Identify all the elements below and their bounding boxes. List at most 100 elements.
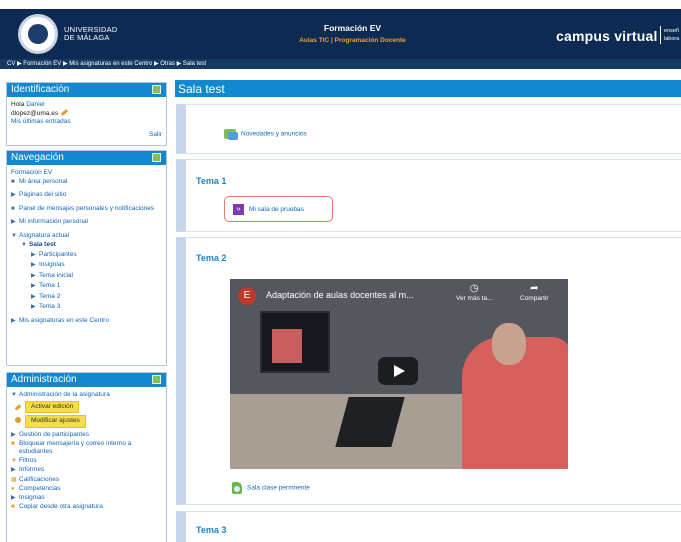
dock-block-icon[interactable] (152, 85, 161, 94)
brand-tag-line2: labora (664, 36, 680, 42)
nav-label: Mis asignaturas en este Centro (19, 316, 109, 324)
brand-tagline: enseñ labora (664, 27, 679, 43)
nav-current-course[interactable]: ▼ Sala test (11, 241, 162, 250)
section-general: Novedades y anuncios (176, 104, 681, 154)
nav-label: Filtros (19, 457, 37, 465)
admin-competencias[interactable]: ● Competencias (11, 485, 162, 493)
novedades-link[interactable]: Novedades y anuncios (224, 129, 307, 140)
grades-icon: ▦ (11, 476, 17, 483)
section-title-tema-3: Tema 3 (196, 525, 227, 535)
collapse-arrow-icon: ▼ (11, 232, 17, 239)
embedded-video[interactable]: E Adaptación de aulas docentes al m... ◷… (230, 279, 568, 469)
channel-avatar[interactable]: E (238, 287, 256, 305)
section-title-tema-2: Tema 2 (196, 253, 227, 263)
watch-later-label: Ver más ta... (456, 295, 493, 302)
gear-icon (15, 417, 21, 424)
mi-sala-de-pruebas-link[interactable]: » Mi sala de pruebas (224, 196, 333, 222)
page-resource-icon (232, 482, 242, 494)
nav-insignias[interactable]: ▶ Insignias (11, 261, 162, 270)
section-title-tema-1: Tema 1 (196, 176, 227, 186)
collapse-arrow-icon: ▼ (11, 392, 17, 398)
nav-label: Asignatura actual (19, 231, 70, 239)
section-tema-1: Tema 1 » Mi sala de pruebas (176, 159, 681, 232)
clock-icon: ◷ (469, 283, 479, 294)
nav-label: Mi área personal (19, 177, 68, 185)
nav-tema-1[interactable]: ▶ Tema 1 (11, 282, 162, 291)
nav-label: Insignias (39, 261, 65, 268)
nav-label: Tema 1 (39, 282, 61, 289)
dock-block-icon[interactable] (152, 375, 161, 384)
nav-label: Bloquear mensajería y correo interno a e… (19, 439, 132, 456)
administracion-title: Administración (11, 374, 77, 385)
share-button[interactable]: ➦ Compartir (520, 283, 549, 302)
navegacion-title: Navegación (11, 152, 64, 163)
admin-filtros[interactable]: ▼ Filtros (11, 457, 162, 465)
navegacion-block: Navegación Formación EV ■ Mi área persona… (6, 150, 167, 366)
nav-tema-3[interactable]: ▶ Tema 3 (11, 303, 162, 312)
nav-label: Tema inicial (39, 271, 73, 279)
administracion-block: Administración ▼ Administración de la asi… (6, 372, 167, 542)
sala-pruebas-label: Mi sala de pruebas (249, 206, 304, 214)
nav-panel[interactable]: ■ Panel de mensajes personales y notifica… (11, 205, 162, 214)
expand-arrow-icon: ▶ (31, 283, 36, 289)
modificar-ajustes-button[interactable]: Modificar ajustes (25, 415, 86, 428)
nav-tema-inicial[interactable]: ▶ Tema inicial (11, 272, 162, 281)
share-icon: ➦ (530, 283, 539, 294)
nav-label: Insignias (19, 494, 45, 502)
expand-arrow-icon: ▶ (31, 272, 36, 279)
last-entries-link[interactable]: Mis últimas entradas (11, 118, 162, 127)
nav-label: Copiar desde otra asignatura (19, 503, 103, 511)
expand-arrow-icon: ▶ (11, 495, 16, 502)
nav-tema-2[interactable]: ▶ Tema 2 (11, 293, 162, 302)
nav-label: Panel de mensajes personales y notificac… (19, 204, 155, 212)
expand-arrow-icon: ▶ (31, 304, 36, 310)
admin-calificaciones[interactable]: ▦ Calificaciones (11, 476, 162, 484)
admin-informes[interactable]: ▶ Informes (11, 466, 162, 474)
video-frame-head (492, 323, 526, 365)
logout-link[interactable]: Salir (11, 131, 162, 140)
nav-asignatura-actual[interactable]: ▼ Asignatura actual (11, 232, 162, 241)
edit-profile-icon[interactable] (60, 109, 69, 117)
filter-icon: ▼ (11, 458, 17, 465)
identificacion-title: Identificación (11, 84, 70, 95)
greeting: Hola (11, 101, 25, 108)
nav-label: Sala test (29, 241, 56, 248)
brand-tag-line1: enseñ (664, 28, 679, 34)
nav-paginas[interactable]: ▶ Páginas del sitio (11, 191, 162, 200)
admin-bloquear[interactable]: ■ Bloquear mensajería y correo interno a … (11, 440, 162, 456)
activar-edicion-button[interactable]: Activar edición (25, 401, 80, 414)
dock-block-icon[interactable] (152, 153, 161, 162)
block-icon: ■ (11, 440, 15, 447)
breadcrumb[interactable]: CV ▶ Formación EV ▶ Mis asignaturas en e… (0, 59, 681, 69)
user-email: dlopez@uma.es (11, 109, 59, 117)
identificacion-header: Identificación (7, 83, 166, 97)
share-label: Compartir (520, 295, 549, 302)
bullet-icon: ■ (11, 178, 15, 185)
administracion-header: Administración (7, 373, 166, 387)
play-button-icon[interactable] (378, 357, 418, 385)
nav-label: Calificaciones (19, 475, 60, 483)
nav-mis-asignaturas[interactable]: ▶ Mis asignaturas en este Centro (11, 317, 162, 326)
nav-mi-info[interactable]: ▶ Mi información personal (11, 218, 162, 227)
nav-label: Competencias (19, 484, 61, 492)
nav-root-link[interactable]: Formación EV (11, 169, 162, 178)
nav-mi-area[interactable]: ■ Mi área personal (11, 178, 162, 187)
expand-arrow-icon: ▶ (31, 262, 36, 268)
nav-participantes[interactable]: ▶ Participantes (11, 251, 162, 260)
competencies-icon: ● (11, 485, 15, 492)
nav-label: Tema 3 (39, 303, 61, 310)
forum-icon (224, 129, 238, 140)
admin-gestion[interactable]: ▶ Gestión de participantes (11, 431, 162, 439)
copy-icon: ■ (11, 504, 15, 511)
admin-asignatura[interactable]: ▼ Administración de la asignatura (11, 391, 162, 399)
admin-copiar[interactable]: ■ Copiar desde otra asignatura (11, 503, 162, 511)
admin-insignias[interactable]: ▶ Insignias (11, 494, 162, 502)
user-name-link[interactable]: Daniel (26, 101, 44, 108)
expand-arrow-icon: ▶ (11, 317, 16, 324)
expand-arrow-icon: ▶ (11, 192, 16, 198)
campus-virtual-brand[interactable]: campus virtual (556, 28, 658, 44)
nav-label: Tema 2 (39, 292, 61, 300)
sala-clase-link[interactable]: Sala clase permnente (232, 482, 310, 494)
watch-later-button[interactable]: ◷ Ver más ta... (456, 283, 493, 302)
video-title[interactable]: Adaptación de aulas docentes al m... (266, 290, 414, 300)
